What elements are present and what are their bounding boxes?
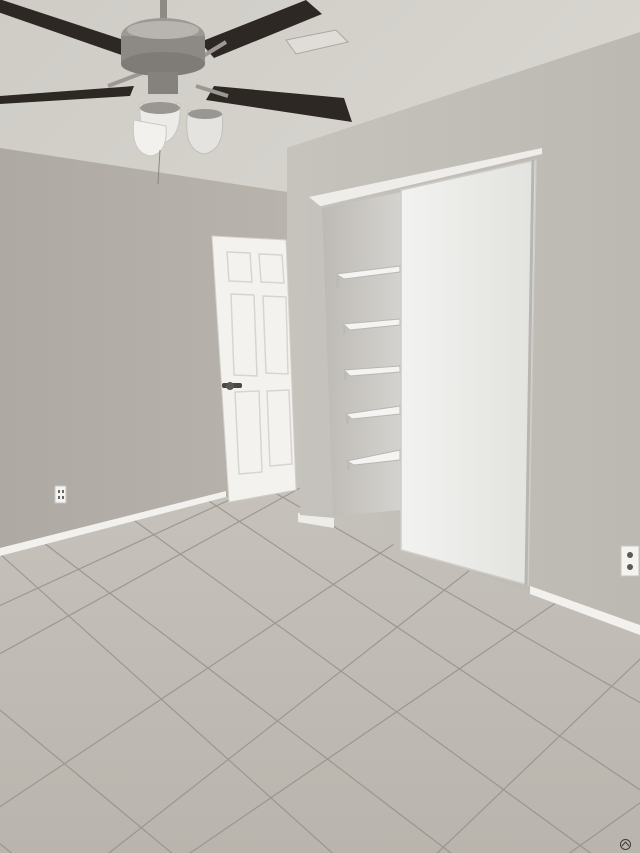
closet-interior bbox=[322, 192, 402, 516]
room-scene bbox=[0, 0, 640, 853]
closet-sliding-door bbox=[400, 159, 537, 586]
logo-icon bbox=[620, 839, 631, 850]
outlet-right bbox=[620, 545, 640, 577]
outlet-left bbox=[54, 485, 67, 504]
watermark bbox=[620, 839, 634, 850]
